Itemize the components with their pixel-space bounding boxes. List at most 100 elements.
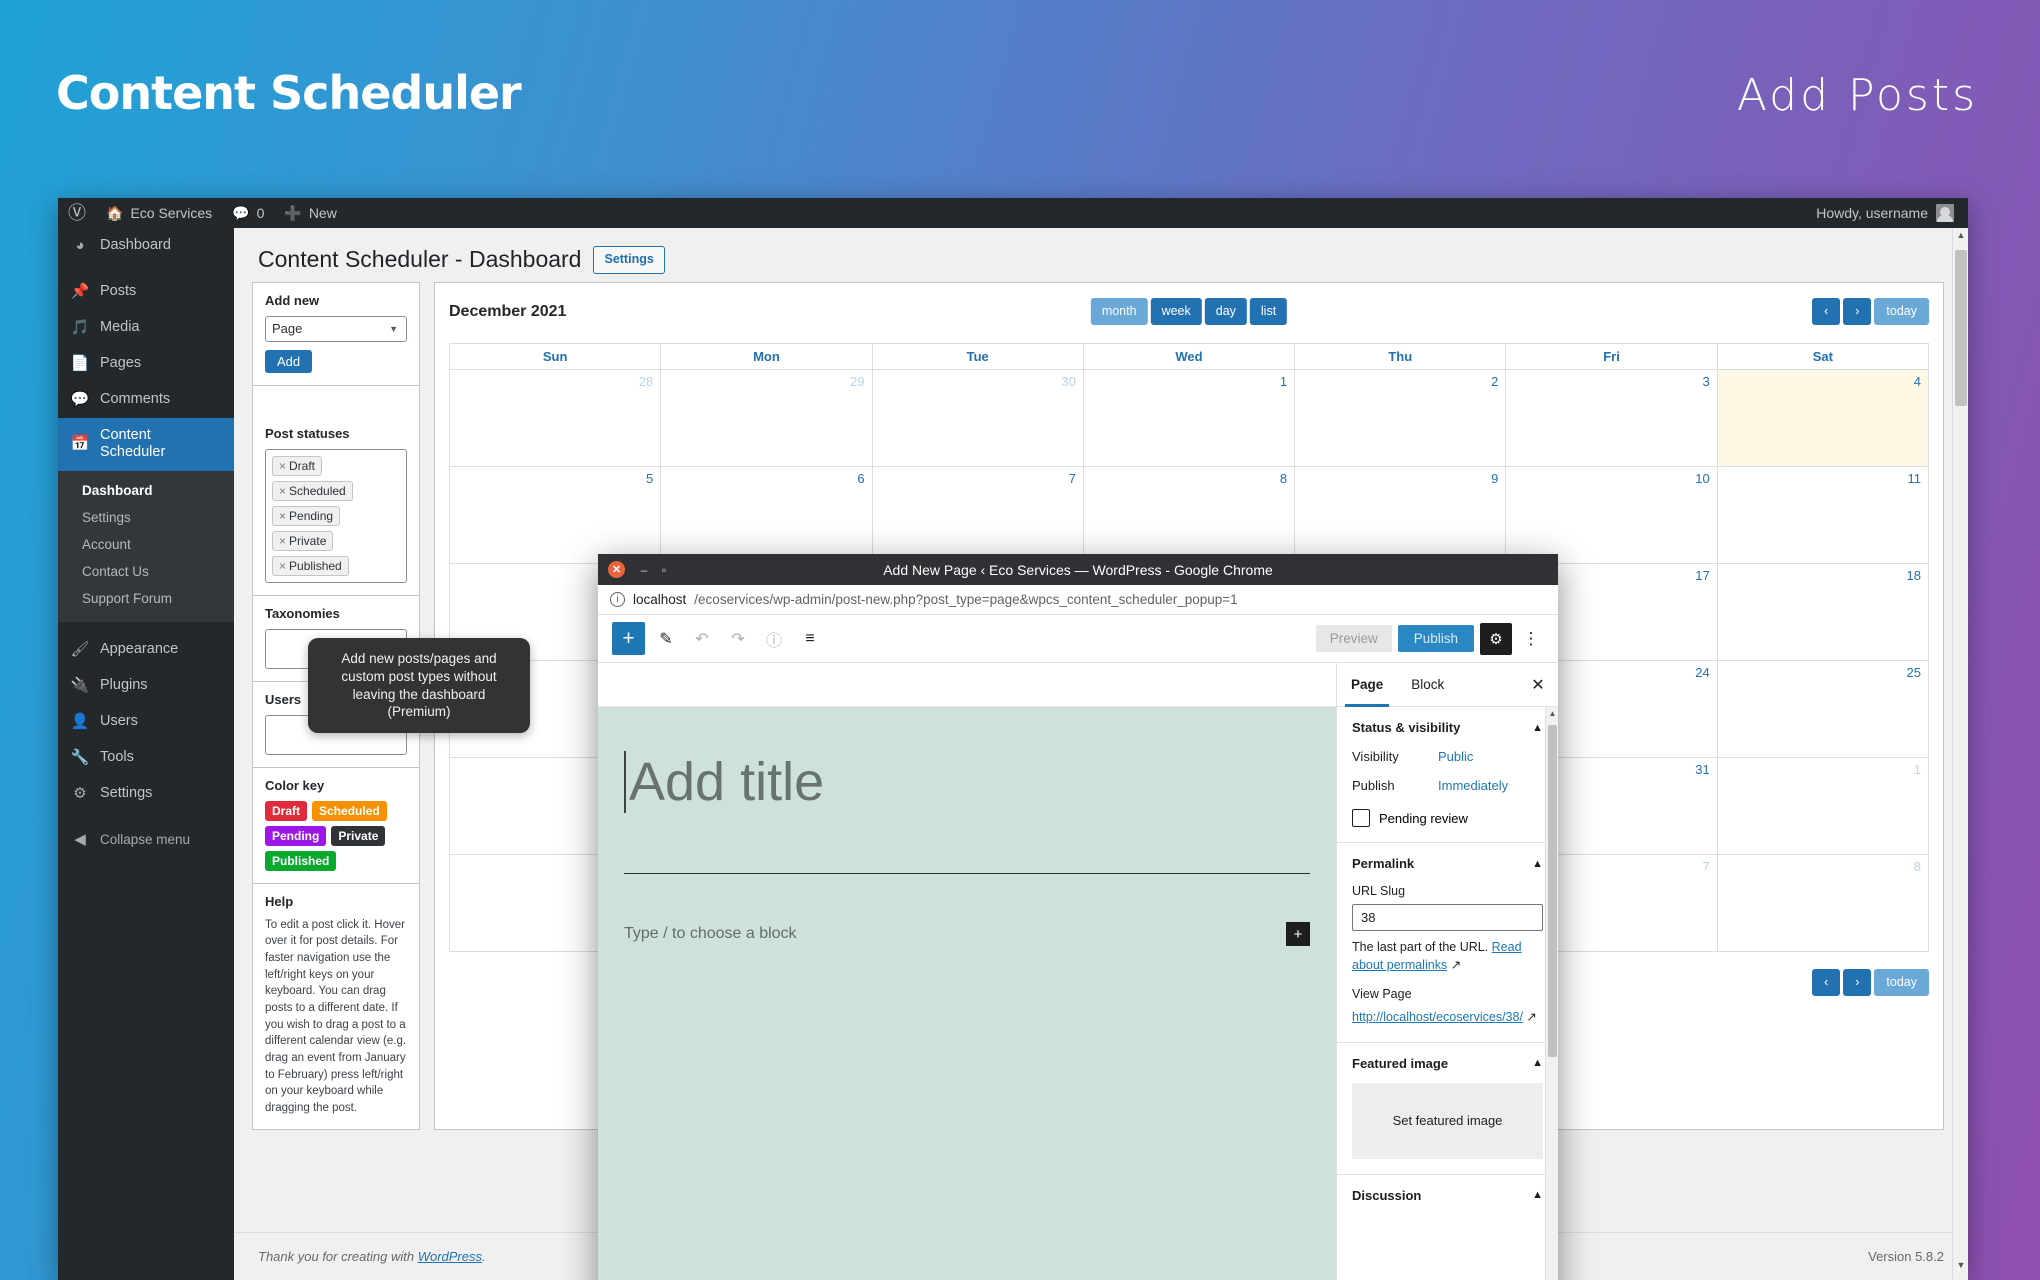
featured-image-header[interactable]: Featured image ▲	[1352, 1056, 1543, 1071]
sidebar-collapse-menu[interactable]: ◀ Collapse menu	[58, 822, 234, 858]
submenu-item-account[interactable]: Account	[58, 531, 234, 558]
status-token[interactable]: × Private	[272, 530, 334, 551]
view-button-month[interactable]: month	[1090, 298, 1148, 325]
inspector-scroll-thumb[interactable]	[1548, 725, 1557, 1057]
sidebar-item-pages[interactable]: 📄 Pages	[58, 346, 234, 382]
preview-button[interactable]: Preview	[1315, 625, 1392, 652]
post-type-select[interactable]: Page ▼	[265, 315, 407, 342]
tab-block[interactable]: Block	[1397, 663, 1458, 706]
calendar-day-cell[interactable]: 7	[871, 465, 1084, 564]
submenu-item-support-forum[interactable]: Support Forum	[58, 585, 234, 612]
calendar-day-cell[interactable]: 1	[1716, 756, 1930, 855]
calendar-day-cell[interactable]: 30	[871, 368, 1084, 467]
details-info-icon[interactable]: ⓘ	[759, 624, 789, 654]
status-visibility-header[interactable]: Status & visibility ▲	[1352, 720, 1543, 735]
status-token[interactable]: × Pending	[272, 505, 341, 526]
submenu-item-settings[interactable]: Settings	[58, 504, 234, 531]
pending-review-checkbox[interactable]	[1352, 809, 1370, 827]
sidebar-item-appearance[interactable]: 🖌 Appearance	[58, 632, 234, 668]
view-page-link[interactable]: http://localhost/ecoservices/38/	[1352, 1010, 1523, 1024]
publish-value[interactable]: Immediately	[1438, 778, 1508, 793]
view-button-list[interactable]: list	[1249, 298, 1288, 325]
next-month-button[interactable]: ›	[1843, 298, 1872, 325]
pencil-icon[interactable]: ✎	[651, 624, 681, 654]
maximize-window-button[interactable]: ▫	[654, 563, 674, 577]
calendar-day-cell[interactable]: 28	[448, 368, 662, 467]
page-scrollbar[interactable]: ▲ ▼	[1952, 228, 1968, 1280]
permalink-header[interactable]: Permalink ▲	[1352, 856, 1543, 871]
new-content-menu[interactable]: ➕ New	[274, 198, 346, 228]
post-title-input[interactable]: Add title	[624, 751, 824, 814]
comments-menu[interactable]: 💬 0	[222, 198, 274, 228]
url-slug-input[interactable]: 38	[1352, 904, 1543, 931]
sidebar-item-content-scheduler[interactable]: 📅 Content Scheduler	[58, 418, 234, 471]
today-button-bottom[interactable]: today	[1874, 969, 1929, 996]
calendar-day-cell[interactable]: 10	[1505, 465, 1718, 564]
remove-icon[interactable]: ×	[279, 484, 286, 498]
add-block-button[interactable]: +	[612, 622, 645, 655]
sidebar-item-media[interactable]: 🎵 Media	[58, 310, 234, 346]
sidebar-item-users[interactable]: 👤 Users	[58, 704, 234, 740]
prev-month-button-bottom[interactable]: ‹	[1812, 969, 1841, 996]
remove-icon[interactable]: ×	[279, 509, 286, 523]
calendar-day-cell[interactable]: 1	[1082, 368, 1296, 467]
gear-icon[interactable]: ⚙	[1480, 622, 1512, 655]
site-name-menu[interactable]: 🏠 Eco Services	[96, 198, 222, 228]
publish-button[interactable]: Publish	[1397, 625, 1474, 652]
today-button[interactable]: today	[1874, 298, 1929, 325]
post-statuses-token-box[interactable]: × Draft × Scheduled × Pending × Private × Pub…	[265, 448, 407, 583]
wp-logo-menu[interactable]: Ⓥ	[58, 198, 96, 228]
calendar-day-cell[interactable]: 8	[1716, 853, 1930, 952]
tab-page[interactable]: Page	[1337, 663, 1397, 707]
remove-icon[interactable]: ×	[279, 459, 286, 473]
undo-arrow-icon[interactable]: ↶	[687, 624, 717, 654]
remove-icon[interactable]: ×	[279, 559, 286, 573]
sidebar-item-posts[interactable]: 📌 Posts	[58, 274, 234, 310]
calendar-day-cell[interactable]: 9	[1294, 465, 1507, 564]
inspector-scrollbar[interactable]: ▲ ▼	[1545, 707, 1558, 1280]
calendar-day-cell[interactable]: 4	[1716, 368, 1930, 467]
inspector-scroll-up[interactable]: ▲	[1546, 709, 1559, 718]
sidebar-item-comments[interactable]: 💬 Comments	[58, 382, 234, 418]
info-circle-icon[interactable]: i	[610, 592, 625, 607]
calendar-day-cell[interactable]: 29	[660, 368, 873, 467]
inline-add-block-button[interactable]: +	[1286, 922, 1310, 947]
status-token[interactable]: × Draft	[272, 455, 323, 476]
chrome-address-bar[interactable]: i localhost/ecoservices/wp-admin/post-ne…	[598, 585, 1558, 615]
sidebar-item-dashboard[interactable]: ◕ Dashboard	[58, 228, 234, 264]
calendar-day-cell[interactable]: 18	[1716, 562, 1930, 661]
visibility-value[interactable]: Public	[1438, 749, 1473, 764]
footer-wordpress-link[interactable]: WordPress	[418, 1249, 482, 1264]
list-view-icon[interactable]: ≡	[795, 624, 825, 654]
scroll-down-arrow[interactable]: ▼	[1953, 1260, 1968, 1278]
submenu-item-contact-us[interactable]: Contact Us	[58, 558, 234, 585]
minimize-window-button[interactable]: –	[634, 563, 654, 577]
calendar-day-cell[interactable]: 5	[448, 465, 662, 564]
view-button-day[interactable]: day	[1204, 298, 1247, 325]
three-dots-vertical-icon[interactable]: ⋮	[1518, 629, 1544, 649]
status-token[interactable]: × Published	[272, 555, 349, 576]
discussion-header[interactable]: Discussion ▲	[1352, 1188, 1543, 1203]
calendar-day-cell[interactable]: 8	[1082, 465, 1296, 564]
block-placeholder-text[interactable]: Type / to choose a block	[624, 925, 797, 943]
settings-button[interactable]: Settings	[593, 246, 665, 274]
set-featured-image-button[interactable]: Set featured image	[1352, 1082, 1543, 1159]
sidebar-item-tools[interactable]: 🔧 Tools	[58, 740, 234, 776]
remove-icon[interactable]: ×	[279, 534, 286, 548]
calendar-day-cell[interactable]: 25	[1716, 659, 1930, 758]
add-button[interactable]: Add	[265, 349, 313, 373]
calendar-day-cell[interactable]: 2	[1294, 368, 1507, 467]
scroll-up-arrow[interactable]: ▲	[1953, 230, 1968, 248]
view-button-week[interactable]: week	[1150, 298, 1202, 325]
chrome-titlebar[interactable]: ✕ – ▫ Add New Page ‹ Eco Services — Word…	[598, 554, 1558, 585]
scroll-thumb[interactable]	[1955, 250, 1967, 406]
calendar-day-cell[interactable]: 11	[1716, 465, 1930, 564]
sidebar-item-plugins[interactable]: 🔌 Plugins	[58, 668, 234, 704]
close-icon[interactable]: ✕	[1518, 663, 1558, 706]
status-token[interactable]: × Scheduled	[272, 480, 353, 501]
close-window-button[interactable]: ✕	[608, 561, 625, 578]
submenu-item-dashboard[interactable]: Dashboard	[58, 477, 234, 504]
account-menu[interactable]: Howdy, username	[1816, 204, 1968, 222]
redo-arrow-icon[interactable]: ↷	[723, 624, 753, 654]
next-month-button-bottom[interactable]: ›	[1843, 969, 1872, 996]
